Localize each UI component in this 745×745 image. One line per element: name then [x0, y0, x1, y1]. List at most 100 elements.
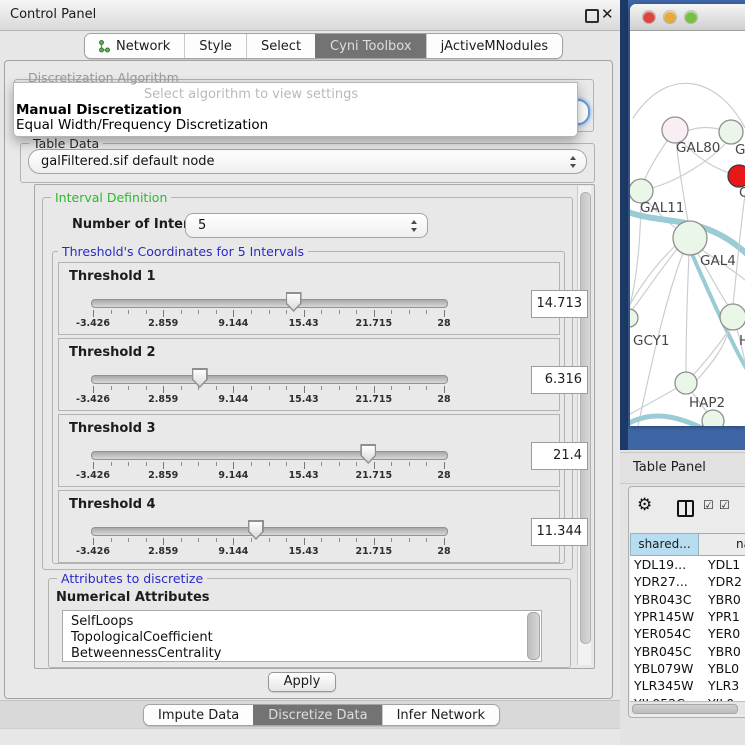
cell-shared-name: YBR043C [630, 592, 703, 607]
tick-major [163, 538, 164, 545]
network-canvas[interactable]: GAL80GACGAL11GAL4GCY1HHAP2 [620, 0, 745, 450]
tick-minor [356, 538, 357, 542]
table-row[interactable]: YBR045CYBR0 [630, 642, 745, 659]
table-row[interactable]: YER054CYER0 [630, 625, 745, 642]
list-item[interactable]: TopologicalCoefficient [63, 630, 541, 646]
tick-major [93, 386, 94, 393]
threshold-label: Threshold 1 [69, 269, 156, 284]
tick-minor [339, 462, 340, 466]
tick-minor [409, 310, 410, 314]
close-icon[interactable]: ✕ [601, 5, 614, 23]
combo-arrows-icon [570, 156, 577, 168]
dropdown-option-equal-width[interactable]: Equal Width/Frequency Discretization [16, 117, 268, 133]
table-header-row: shared... na [630, 533, 745, 556]
network-node-green[interactable] [719, 120, 743, 144]
node-label: C [739, 185, 745, 201]
cell-shared-name: YER054C [630, 626, 703, 641]
network-node-green[interactable] [620, 309, 638, 327]
tab-discretize-data[interactable]: Discretize Data [253, 705, 381, 725]
tab-style[interactable]: Style [184, 34, 246, 58]
checkbox-icon[interactable] [703, 498, 714, 512]
float-window-icon[interactable] [585, 9, 599, 23]
network-node-green[interactable] [675, 372, 697, 394]
tick-major [93, 462, 94, 469]
apply-button[interactable]: Apply [268, 672, 336, 692]
attributes-scrollbar[interactable] [527, 612, 540, 660]
table-row[interactable]: YBR043CYBR0 [630, 591, 745, 608]
numerical-attributes-list[interactable]: SelfLoopsTopologicalCoefficientBetweenne… [62, 610, 542, 662]
tab-jactivemnodules[interactable]: jActiveMNodules [426, 34, 563, 58]
network-node-green[interactable] [673, 221, 707, 255]
tick-minor [251, 538, 252, 542]
slider-track[interactable] [91, 527, 448, 536]
threshold-value-field[interactable]: 11.344 [531, 518, 588, 546]
slider-thumb[interactable] [192, 368, 208, 388]
attributes-legend: Attributes to discretize [57, 571, 207, 586]
table-row[interactable]: YLR345WYLR3 [630, 677, 745, 694]
threshold-label: Threshold 2 [69, 345, 156, 360]
tick-label: -3.426 [76, 394, 110, 405]
tab-infer-network[interactable]: Infer Network [382, 705, 499, 725]
tab-label: Impute Data [158, 708, 239, 723]
table-row[interactable]: YIL052CYIL0 [630, 694, 745, 701]
network-node-green[interactable] [702, 410, 724, 432]
gear-icon[interactable] [637, 495, 652, 515]
algorithm-dropdown-popup: Select algorithm to view settings Manual… [13, 82, 578, 137]
scrollbar-thumb[interactable] [632, 704, 738, 714]
tick-minor [111, 310, 112, 314]
network-edge [632, 248, 678, 310]
tab-select[interactable]: Select [246, 34, 315, 58]
tab-cyni-toolbox[interactable]: Cyni Toolbox [315, 34, 426, 58]
column-header-name[interactable]: na [699, 533, 745, 556]
network-node-red[interactable] [728, 165, 745, 187]
tab-network[interactable]: Network [85, 34, 184, 58]
network-node-green[interactable] [720, 304, 745, 330]
tick-major [233, 386, 234, 393]
network-edge [620, 293, 627, 310]
tick-minor [146, 310, 147, 314]
tab-label: Discretize Data [268, 708, 367, 723]
column-header-shared-name[interactable]: shared... [630, 533, 699, 556]
network-graph[interactable]: GAL80GACGAL11GAL4GCY1HHAP2 [620, 83, 745, 432]
network-edge [692, 329, 730, 376]
slider-thumb[interactable] [360, 444, 376, 464]
tick-minor [409, 538, 410, 542]
tick-label: 28 [437, 394, 450, 405]
slider-track[interactable] [91, 299, 448, 308]
threshold-value-field[interactable]: 6.316 [531, 366, 588, 394]
num-intervals-combo[interactable]: 5 [185, 213, 428, 238]
tick-label: 15.43 [289, 470, 319, 481]
tab-impute-data[interactable]: Impute Data [144, 705, 253, 725]
tick-major [304, 310, 305, 317]
column-layout-icon[interactable] [677, 500, 694, 517]
table-row[interactable]: YPR145WYPR1 [630, 608, 745, 625]
slider-thumb[interactable] [286, 292, 302, 312]
threshold-value-field[interactable]: 14.713 [531, 290, 588, 318]
list-item[interactable]: SelfLoops [63, 614, 541, 630]
checkbox-icon[interactable] [719, 498, 730, 512]
threshold-label: Threshold 3 [69, 421, 156, 436]
slider-thumb[interactable] [248, 520, 264, 540]
horizontal-scrollbar[interactable] [630, 701, 745, 714]
table-row[interactable]: YDL19...YDL1 [630, 556, 745, 573]
tick-minor [216, 310, 217, 314]
table-data-combo[interactable]: galFiltered.sif default node [28, 149, 587, 174]
tick-minor [128, 462, 129, 466]
threshold-label: Threshold 4 [69, 497, 156, 512]
slider-track[interactable] [91, 451, 448, 460]
table-row[interactable]: YDR27...YDR2 [630, 573, 745, 590]
tick-minor [339, 538, 340, 542]
tick-label: 2.859 [148, 546, 178, 557]
tick-minor [426, 386, 427, 390]
vertical-scrollbar[interactable] [577, 186, 591, 665]
slider-ticks [91, 386, 446, 394]
tick-minor [128, 310, 129, 314]
slider-tick-labels: -3.4262.8599.14415.4321.71528 [91, 470, 446, 482]
table-row[interactable]: YBL079WYBL0 [630, 660, 745, 677]
tick-minor [198, 538, 199, 542]
scrollbar-thumb[interactable] [580, 192, 591, 644]
dropdown-option-manual[interactable]: Manual Discretization [16, 102, 182, 118]
slider-track[interactable] [91, 375, 448, 384]
list-item[interactable]: BetweennessCentrality [63, 646, 541, 662]
threshold-value-field[interactable]: 21.4 [531, 442, 588, 470]
